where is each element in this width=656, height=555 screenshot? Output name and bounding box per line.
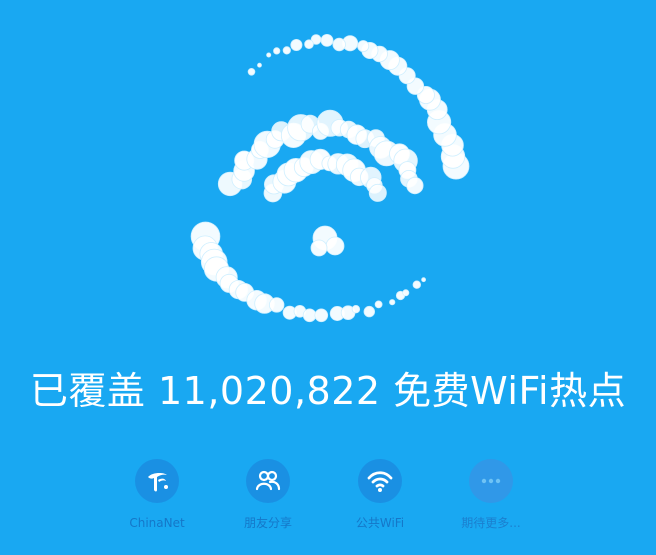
headline-prefix: 已覆盖 (29, 369, 146, 413)
china-telecom-logo-icon (148, 472, 168, 492)
more-dots-icon (481, 478, 501, 484)
hotspot-count-headline: 已覆盖 11,020,822 免费WiFi热点 (0, 366, 656, 416)
wifi-icon (367, 471, 393, 492)
hotspot-count: 11,020,822 (157, 369, 381, 413)
headline-suffix: 免费WiFi热点 (393, 369, 627, 413)
public-wifi-button[interactable]: 公共WiFi (325, 459, 435, 539)
friends-share-button[interactable]: 朋友分享 (213, 459, 323, 539)
shortcut-label: 公共WiFi (355, 516, 405, 530)
friends-icon (255, 470, 281, 491)
friends-icon-circle (246, 459, 290, 503)
wifi-icon-circle (358, 459, 402, 503)
app-screen: 已覆盖 11,020,822 免费WiFi热点 ChinaNet 朋友分享 公共… (0, 0, 656, 555)
more-icon-circle (469, 459, 513, 503)
shortcut-label: 朋友分享 (243, 516, 292, 530)
more-coming-button[interactable]: 期待更多... (436, 459, 546, 539)
shortcut-label: 期待更多... (461, 516, 521, 530)
chinanet-icon-circle (135, 459, 179, 503)
chinanet-button[interactable]: ChinaNet (102, 459, 212, 539)
shortcut-label: ChinaNet (129, 516, 185, 530)
wifi-bubbles-icon (190, 34, 470, 323)
